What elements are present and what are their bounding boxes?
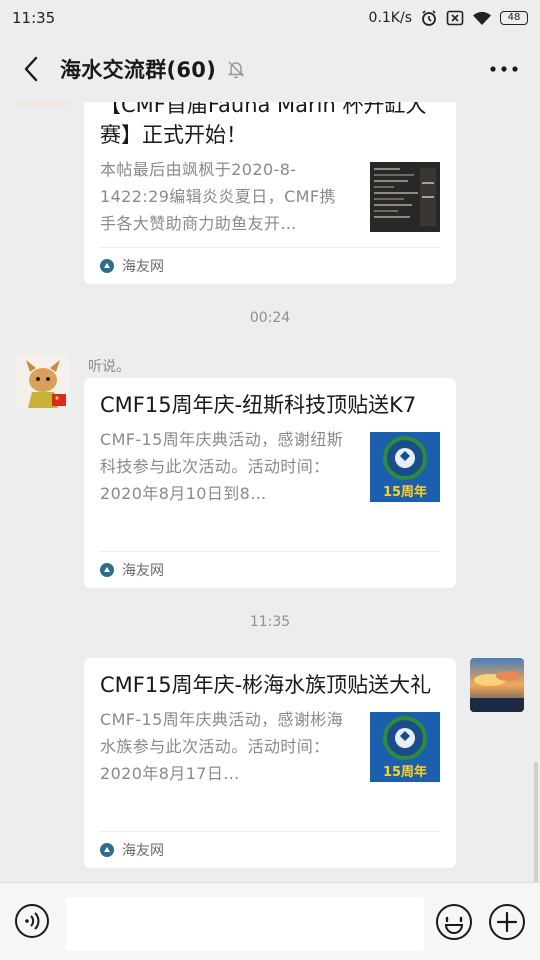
anniversary-logo-icon: 15周年 xyxy=(370,432,440,502)
emoji-icon xyxy=(436,904,472,940)
card-description: CMF-15周年庆典活动，感谢纽斯科技参与此次活动。活动时间：2020年8月10… xyxy=(100,430,344,503)
battery-icon: 48 xyxy=(500,11,528,25)
more-functions-button[interactable] xyxy=(488,903,526,941)
link-card-3[interactable]: CMF15周年庆-彬海水族顶贴送大礼 CMF-15周年庆典活动，感谢彬海水族参与… xyxy=(84,658,456,868)
source-logo-icon xyxy=(100,563,114,577)
wifi-icon xyxy=(473,11,491,25)
card-body: 本帖最后由飒枫于2020-8-1422:29编辑炎炎夏日，CMF携手各大赞助商力… xyxy=(100,156,440,237)
message-input[interactable] xyxy=(66,897,424,951)
network-speed: 0.1K/s xyxy=(368,10,412,26)
source-logo-icon xyxy=(100,843,114,857)
timestamp: 00:24 xyxy=(249,310,291,326)
source-name: 海友网 xyxy=(122,563,164,579)
source-name: 海友网 xyxy=(122,259,164,275)
sunset-avatar-icon xyxy=(470,658,524,712)
alarm-icon xyxy=(422,10,436,26)
card-title: CMF15周年庆-彬海水族顶贴送大礼 xyxy=(100,673,432,697)
status-time: 11:35 xyxy=(12,9,56,27)
card-body: CMF-15周年庆典活动，感谢纽斯科技参与此次活动。活动时间：2020年8月10… xyxy=(100,426,440,507)
voice-input-button[interactable] xyxy=(14,903,50,939)
mute-bell-icon xyxy=(226,59,246,79)
card-title: CMF15周年庆-纽斯科技顶贴送K7 xyxy=(100,393,417,417)
message-list[interactable]: 【CMF首届Fauna Marin 杯开缸大赛】正式开始！ 本帖最后由飒枫于20… xyxy=(0,102,540,882)
back-button[interactable] xyxy=(16,49,46,89)
card-body: CMF-15周年庆典活动，感谢彬海水族参与此次活动。活动时间：2020年8月17… xyxy=(100,706,440,787)
link-card-1[interactable]: 【CMF首届Fauna Marin 杯开缸大赛】正式开始！ 本帖最后由飒枫于20… xyxy=(84,102,456,284)
card-source: 海友网 xyxy=(100,247,440,284)
anniversary-logo-icon: 15周年 xyxy=(370,712,440,782)
sim-off-icon xyxy=(446,10,464,26)
more-options-button[interactable] xyxy=(486,56,522,82)
scrollbar[interactable] xyxy=(534,762,538,882)
back-arrow-icon xyxy=(24,56,38,82)
sender-name: 听说。 xyxy=(88,359,130,375)
more-dots-icon xyxy=(490,66,518,72)
link-card-2[interactable]: CMF15周年庆-纽斯科技顶贴送K7 CMF-15周年庆典活动，感谢纽斯科技参与… xyxy=(84,378,456,588)
self-avatar[interactable] xyxy=(470,658,524,712)
avatar[interactable] xyxy=(16,354,70,408)
cat-avatar-icon xyxy=(16,354,70,408)
status-bar: 11:35 0.1K/s 48 xyxy=(0,0,540,36)
card-source: 海友网 xyxy=(100,551,440,588)
source-name: 海友网 xyxy=(122,843,164,859)
chat-title: 海水交流群(60) xyxy=(60,58,217,82)
thumb-label: 15周年 xyxy=(383,484,427,500)
thumb-label: 15周年 xyxy=(383,764,427,780)
timestamp: 11:35 xyxy=(249,614,291,630)
voice-icon xyxy=(15,904,49,938)
card-description: 本帖最后由飒枫于2020-8-1422:29编辑炎炎夏日，CMF携手各大赞助商力… xyxy=(100,160,336,233)
status-icons: 0.1K/s 48 xyxy=(369,9,528,27)
chat-header: 海水交流群(60) xyxy=(0,36,540,102)
plus-icon xyxy=(489,904,525,940)
source-logo-icon xyxy=(100,259,114,273)
screenshot-thumbnail-icon xyxy=(370,162,440,232)
avatar-partial[interactable] xyxy=(16,102,70,106)
card-description: CMF-15周年庆典活动，感谢彬海水族参与此次活动。活动时间：2020年8月17… xyxy=(100,710,344,783)
card-title: 【CMF首届Fauna Marin 杯开缸大赛】正式开始！ xyxy=(100,102,427,147)
card-source: 海友网 xyxy=(100,831,440,868)
emoji-button[interactable] xyxy=(435,903,473,941)
input-bar xyxy=(0,882,540,960)
